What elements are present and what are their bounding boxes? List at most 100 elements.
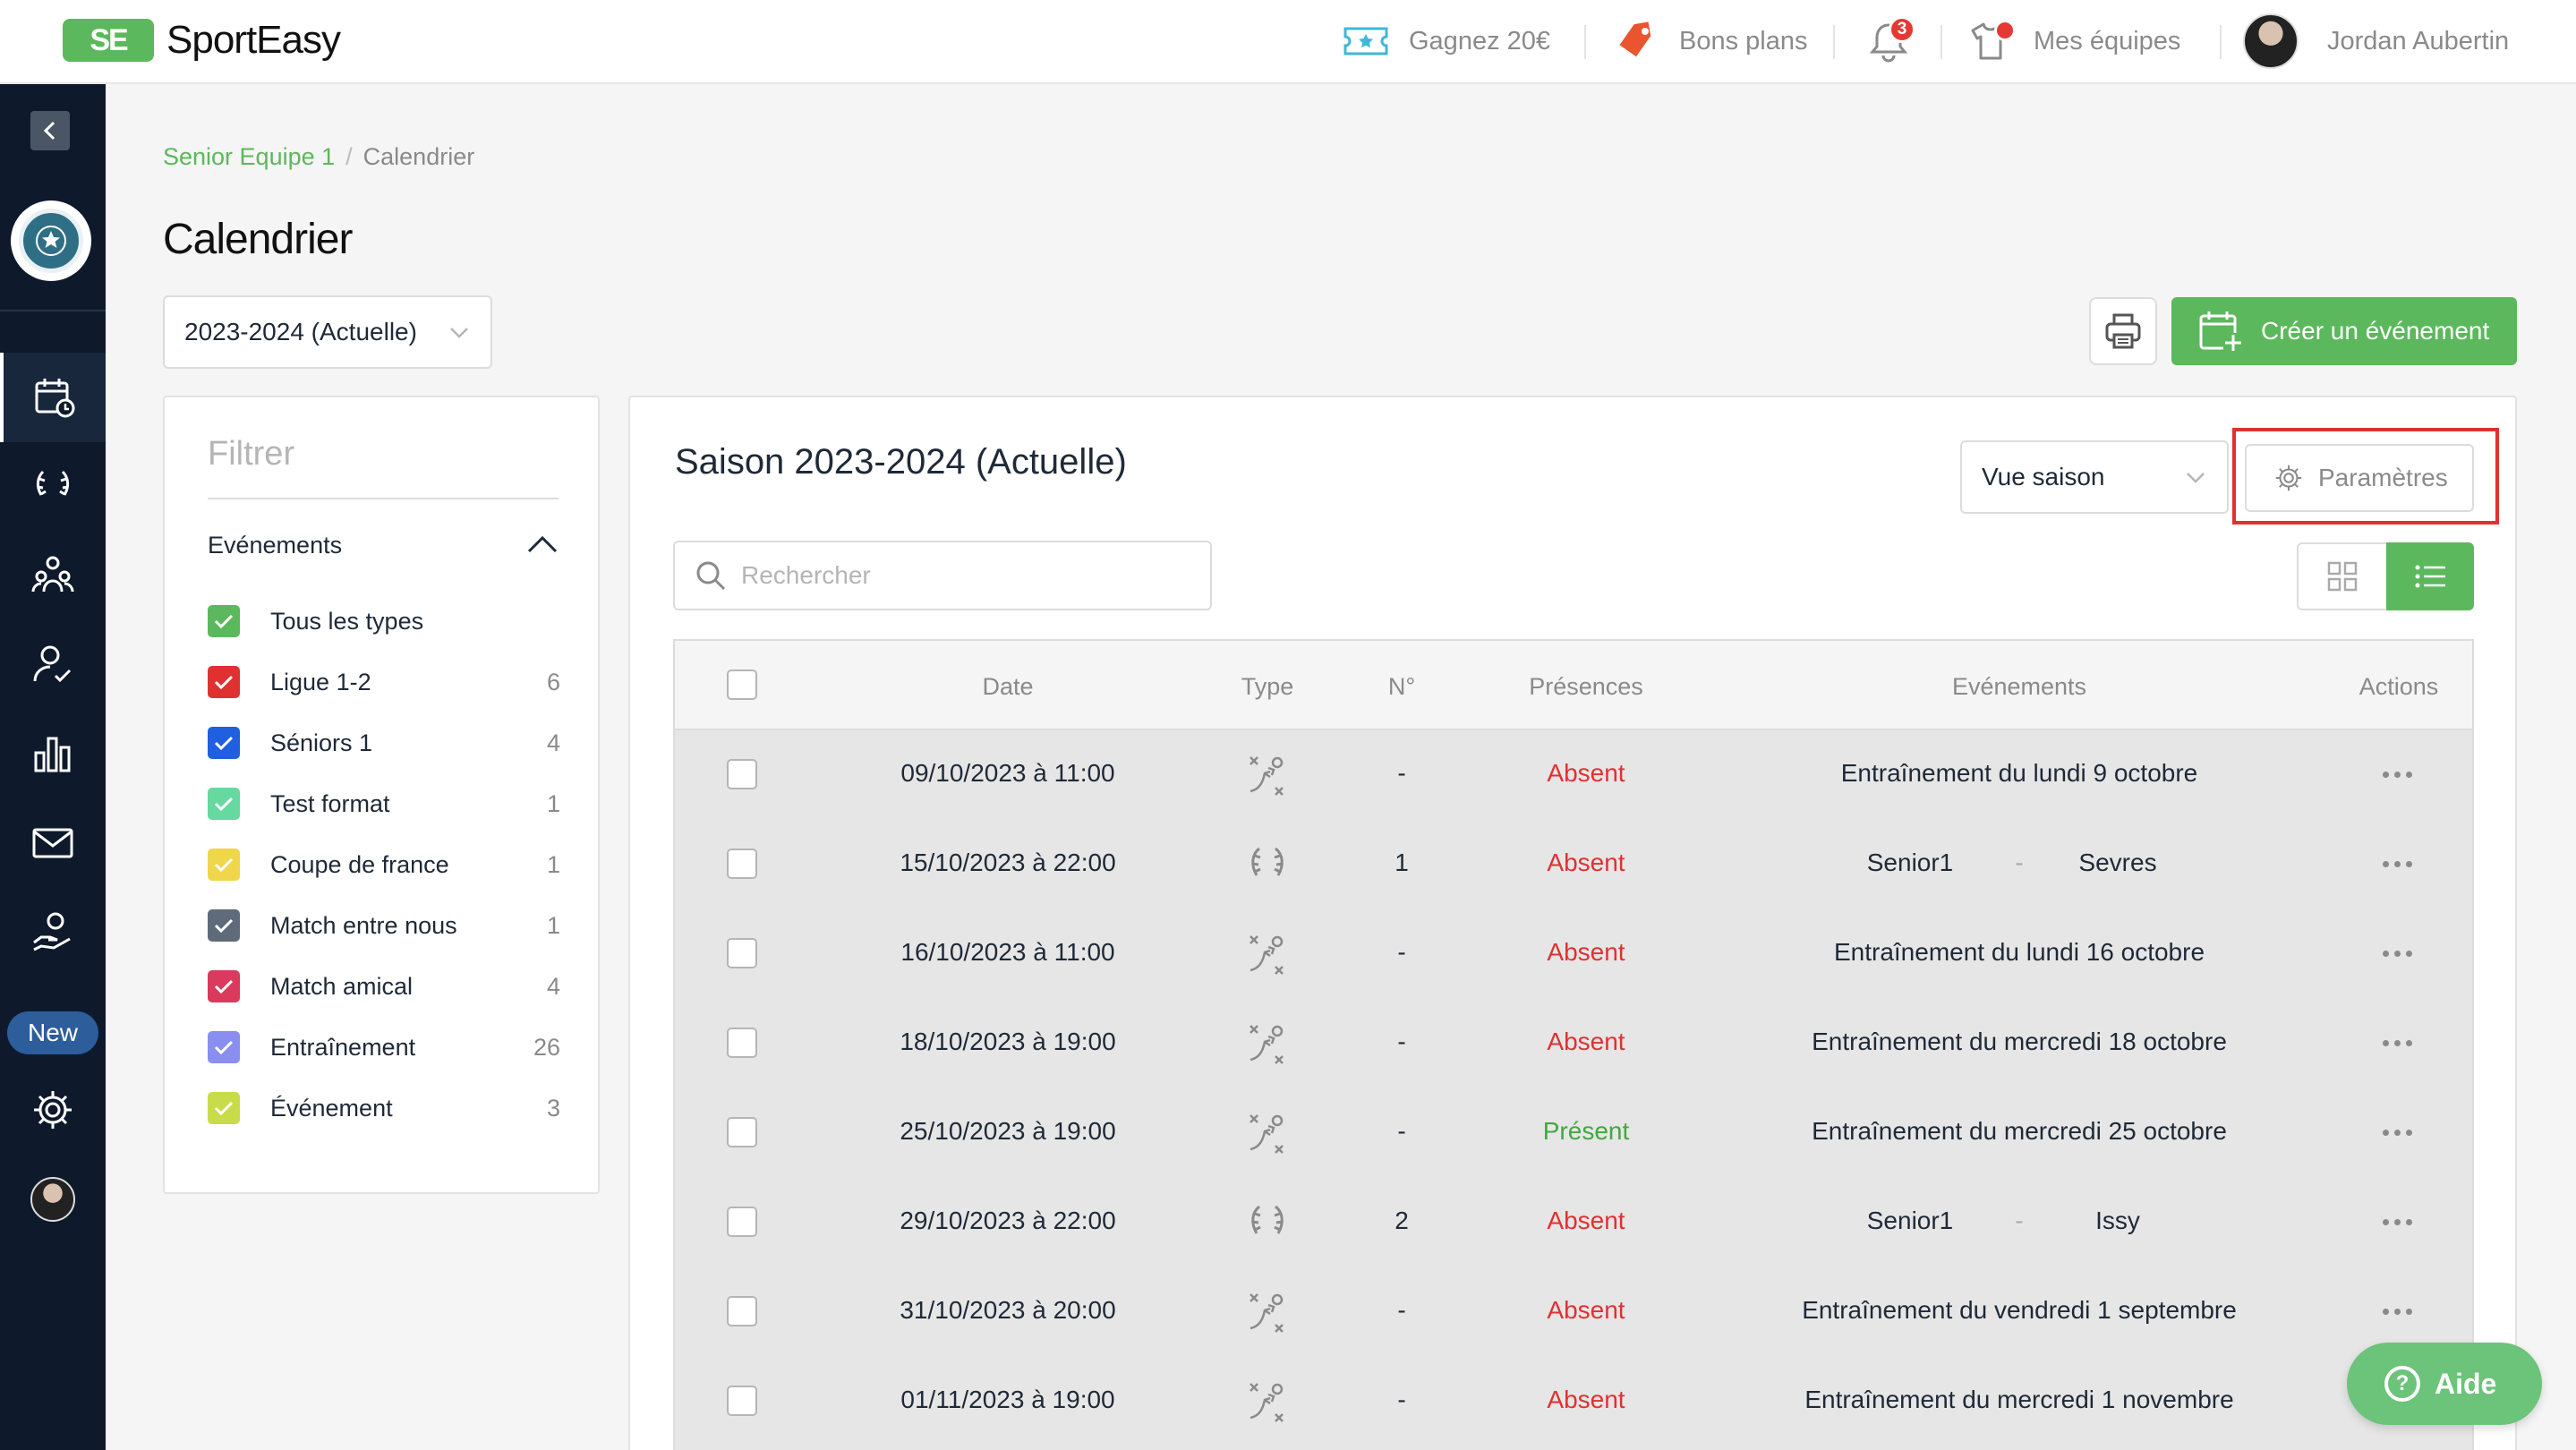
- row-presence[interactable]: Présent: [1543, 1117, 1630, 1146]
- row-away-team[interactable]: Issy: [2095, 1207, 2140, 1235]
- row-away-team[interactable]: Sevres: [2078, 849, 2156, 877]
- filter-item[interactable]: Coupe de france 1: [208, 847, 560, 883]
- sidebar-item-competitions[interactable]: [0, 440, 106, 530]
- row-event-title[interactable]: Entraînement du vendredi 1 septembre: [1802, 1296, 2237, 1325]
- sidebar-item-stats[interactable]: [0, 709, 106, 798]
- deals-link[interactable]: Bons plans: [1611, 16, 1808, 66]
- laurel-icon: [1245, 1199, 1290, 1249]
- print-button[interactable]: [2089, 297, 2157, 365]
- my-teams-link[interactable]: Mes équipes: [1966, 16, 2180, 66]
- more-actions-icon[interactable]: [2383, 1130, 2412, 1136]
- header-presence[interactable]: Présences: [1529, 673, 1643, 701]
- create-event-button[interactable]: Créer un événement: [2171, 297, 2517, 365]
- table-row[interactable]: 16/10/2023 à 11:00 - Absent Entraînement du…: [675, 909, 2472, 999]
- more-actions-icon[interactable]: [2383, 951, 2412, 957]
- sidebar-item-calendar[interactable]: [0, 353, 106, 442]
- filter-item[interactable]: Tous les types: [208, 603, 560, 639]
- filter-checkbox[interactable]: [208, 605, 240, 637]
- filter-checkbox[interactable]: [208, 1031, 240, 1063]
- more-actions-icon[interactable]: [2383, 772, 2412, 778]
- row-date: 29/10/2023 à 22:00: [900, 1207, 1116, 1234]
- more-actions-icon[interactable]: [2383, 1219, 2412, 1225]
- filter-item[interactable]: Ligue 1-2 6: [208, 664, 560, 700]
- row-presence[interactable]: Absent: [1547, 1296, 1625, 1325]
- table-row[interactable]: 01/11/2023 à 19:00 - Absent Entraînement du…: [675, 1357, 2472, 1446]
- user-menu[interactable]: Jordan Aubertin: [2243, 13, 2509, 69]
- sporteasy-logo[interactable]: SE SportEasy: [63, 18, 341, 63]
- row-presence[interactable]: Absent: [1547, 1207, 1625, 1235]
- table-row[interactable]: 31/10/2023 à 20:00 - Absent Entraînement du…: [675, 1267, 2472, 1357]
- sidebar-item-settings[interactable]: [0, 1065, 106, 1155]
- list-view-toggle[interactable]: [2386, 542, 2474, 610]
- breadcrumb-team-link[interactable]: Senior Equipe 1: [163, 143, 335, 170]
- row-event-title[interactable]: Entraînement du mercredi 18 octobre: [1812, 1028, 2227, 1056]
- header-number[interactable]: N°: [1388, 673, 1415, 701]
- sidebar-item-team[interactable]: [0, 530, 106, 619]
- sidebar-item-profile[interactable]: [0, 1155, 106, 1244]
- view-dropdown[interactable]: Vue saison: [1960, 440, 2229, 514]
- row-number: -: [1397, 759, 1406, 787]
- sidebar-item-members[interactable]: [0, 619, 106, 709]
- header-type[interactable]: Type: [1241, 673, 1294, 701]
- filter-checkbox[interactable]: [208, 849, 240, 881]
- table-row[interactable]: 18/10/2023 à 19:00 - Absent Entraînement du…: [675, 999, 2472, 1088]
- more-actions-icon[interactable]: [2383, 1309, 2412, 1315]
- filter-item[interactable]: Entraînement 26: [208, 1029, 560, 1065]
- row-checkbox[interactable]: [727, 1296, 757, 1326]
- filter-item[interactable]: Séniors 1 4: [208, 725, 560, 761]
- club-logo[interactable]: [11, 200, 91, 281]
- check-icon: [214, 736, 234, 751]
- row-checkbox[interactable]: [727, 849, 757, 879]
- tag-icon: [1611, 16, 1661, 66]
- row-checkbox[interactable]: [727, 1386, 757, 1416]
- row-event-title[interactable]: Entraînement du lundi 9 octobre: [1841, 759, 2197, 788]
- row-home-team[interactable]: Senior1: [1867, 1207, 1954, 1235]
- filter-item[interactable]: Match amical 4: [208, 968, 560, 1004]
- grid-view-toggle[interactable]: [2297, 542, 2386, 610]
- more-actions-icon[interactable]: [2383, 1040, 2412, 1046]
- filter-item[interactable]: Test format 1: [208, 786, 560, 822]
- row-presence[interactable]: Absent: [1547, 1028, 1625, 1056]
- season-dropdown[interactable]: 2023-2024 (Actuelle): [163, 295, 492, 369]
- table-row[interactable]: 25/10/2023 à 19:00 - Présent Entraînement d…: [675, 1088, 2472, 1178]
- collapse-sidebar-button[interactable]: [30, 111, 70, 150]
- row-checkbox[interactable]: [727, 759, 757, 789]
- header-date[interactable]: Date: [982, 673, 1033, 701]
- table-row[interactable]: 29/10/2023 à 22:00 2 Absent Senior1 - Issy: [675, 1178, 2472, 1267]
- help-button[interactable]: ? Aide: [2347, 1343, 2542, 1425]
- breadcrumb: Senior Equipe 1 / Calendrier: [163, 143, 474, 171]
- filter-checkbox[interactable]: [208, 788, 240, 820]
- row-event-title[interactable]: Entraînement du mercredi 25 octobre: [1812, 1117, 2227, 1146]
- filter-item[interactable]: Événement 3: [208, 1090, 560, 1126]
- row-checkbox[interactable]: [727, 1117, 757, 1147]
- row-event-title[interactable]: Entraînement du mercredi 1 novembre: [1804, 1386, 2233, 1414]
- sidebar-item-offers[interactable]: [0, 888, 106, 977]
- filter-checkbox[interactable]: [208, 727, 240, 759]
- row-presence[interactable]: Absent: [1547, 938, 1625, 967]
- row-presence[interactable]: Absent: [1547, 849, 1625, 877]
- header-events[interactable]: Evénements: [1952, 673, 2086, 701]
- row-checkbox[interactable]: [727, 1028, 757, 1058]
- filter-checkbox[interactable]: [208, 1092, 240, 1124]
- filter-checkbox[interactable]: [208, 970, 240, 1002]
- filter-checkbox[interactable]: [208, 909, 240, 942]
- search-field[interactable]: [673, 541, 1212, 610]
- row-presence[interactable]: Absent: [1547, 1386, 1625, 1414]
- filter-title: Filtrer: [208, 435, 295, 473]
- select-all-checkbox[interactable]: [727, 670, 757, 700]
- collapse-section-button[interactable]: [526, 532, 559, 561]
- sidebar-item-messages[interactable]: [0, 798, 106, 888]
- notifications-button[interactable]: 3: [1864, 16, 1932, 66]
- more-actions-icon[interactable]: [2383, 861, 2412, 867]
- earn-link[interactable]: Gagnez 20€: [1341, 16, 1550, 66]
- table-row[interactable]: 09/10/2023 à 11:00 - Absent Entraînement du…: [675, 730, 2472, 820]
- row-event-title[interactable]: Entraînement du lundi 16 octobre: [1834, 938, 2205, 967]
- table-row[interactable]: 15/10/2023 à 22:00 1 Absent Senior1 - Sevres: [675, 820, 2472, 909]
- row-home-team[interactable]: Senior1: [1867, 849, 1954, 877]
- search-input[interactable]: [741, 561, 1189, 590]
- row-checkbox[interactable]: [727, 938, 757, 968]
- filter-item[interactable]: Match entre nous 1: [208, 908, 560, 943]
- filter-checkbox[interactable]: [208, 666, 240, 698]
- row-presence[interactable]: Absent: [1547, 759, 1625, 788]
- row-checkbox[interactable]: [727, 1207, 757, 1237]
